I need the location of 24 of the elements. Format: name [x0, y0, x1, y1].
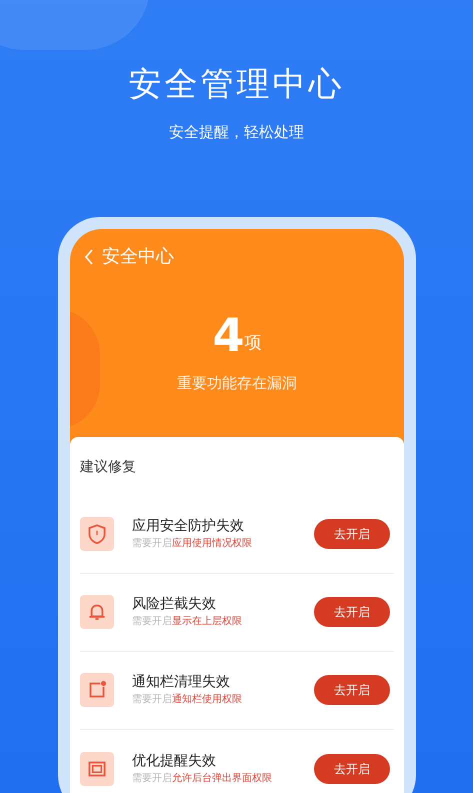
shield-icon	[80, 517, 114, 551]
screen-title: 安全中心	[102, 245, 174, 269]
enable-button[interactable]: 去开启	[314, 675, 390, 705]
issue-title: 通知栏清理失效	[132, 673, 231, 692]
notification-icon	[80, 673, 114, 707]
section-title: 建议修复	[80, 458, 137, 476]
enable-button[interactable]: 去开启	[314, 754, 390, 784]
enable-button[interactable]: 去开启	[314, 519, 390, 549]
issue-title: 应用安全防护失效	[132, 517, 245, 536]
headline: 安全管理中心	[128, 63, 344, 105]
issue-title: 风险拦截失效	[132, 595, 217, 614]
issue-hint: 需要开启通知栏使用权限	[132, 692, 243, 707]
subheadline: 安全提醒，轻松处理	[169, 122, 304, 142]
issue-title: 优化提醒失效	[132, 752, 217, 770]
summary: 重要功能存在漏洞	[177, 373, 297, 394]
window-icon	[80, 752, 114, 786]
enable-button[interactable]: 去开启	[314, 597, 390, 627]
bell-icon	[80, 595, 114, 629]
issue-hint: 需要开启应用使用情况权限	[132, 536, 253, 551]
count-unit: 项	[244, 332, 262, 354]
back-icon[interactable]	[84, 248, 94, 266]
issue-hint: 需要开启允许后台弹出界面权限	[132, 772, 273, 786]
issue-hint: 需要开启显示在上层权限	[132, 614, 243, 629]
issue-count: 4	[212, 310, 244, 360]
